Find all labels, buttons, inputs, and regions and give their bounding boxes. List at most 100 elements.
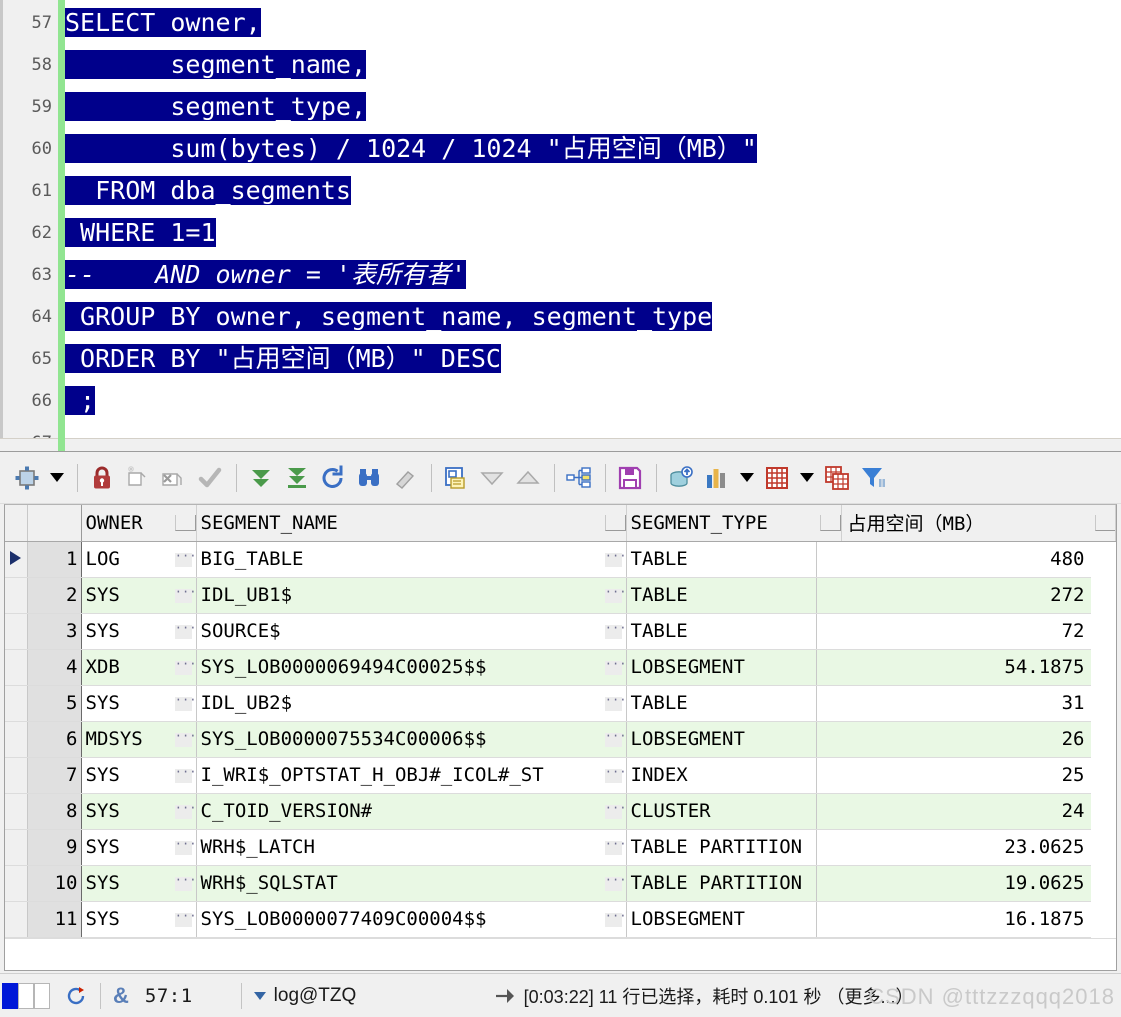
table-row[interactable]: 1 LOG ··· BIG_TABLE ··· TABLE 480: [5, 541, 1116, 578]
fetch-last-page-button[interactable]: [280, 461, 314, 495]
table-row[interactable]: 5 SYS ··· IDL_UB2$ ··· TABLE 31: [5, 685, 1116, 722]
cell-segment-name[interactable]: IDL_UB2$: [196, 685, 601, 722]
chart-button[interactable]: [700, 461, 734, 495]
table-row[interactable]: 11 SYS ··· SYS_LOB0000077409C00004$$ ··· LOBS…: [5, 901, 1116, 938]
status-variables-button[interactable]: &: [105, 982, 137, 1010]
table-row[interactable]: 6 MDSYS ··· SYS_LOB0000075534C00006$$ ··· LOB…: [5, 721, 1116, 758]
chart-dropdown[interactable]: [736, 461, 758, 495]
cell-owner[interactable]: SYS: [81, 613, 171, 650]
copy-to-grid-button[interactable]: [820, 461, 854, 495]
cell-expand-owner[interactable]: ···: [171, 865, 197, 902]
cell-expand-owner[interactable]: ···: [171, 613, 197, 650]
filter-button[interactable]: [856, 461, 890, 495]
export-to-db-button[interactable]: [664, 461, 698, 495]
code-line[interactable]: GROUP BY owner, segment_name, segment_ty…: [65, 296, 1121, 338]
cell-segment-name[interactable]: BIG_TABLE: [196, 541, 601, 578]
cell-segment-name[interactable]: SOURCE$: [196, 613, 601, 650]
cell-segment-name[interactable]: SYS_LOB0000077409C00004$$: [196, 901, 601, 938]
cell-size-mb[interactable]: 24: [816, 793, 1091, 830]
cell-segment-type[interactable]: LOBSEGMENT: [626, 649, 817, 686]
cell-segment-type[interactable]: TABLE: [626, 541, 817, 578]
sort-descending-button[interactable]: [475, 461, 509, 495]
grid-view-button[interactable]: [760, 461, 794, 495]
code-line[interactable]: SELECT owner,: [65, 2, 1121, 44]
cell-size-mb[interactable]: 26: [816, 721, 1091, 758]
clear-button[interactable]: [388, 461, 422, 495]
cell-owner[interactable]: SYS: [81, 901, 171, 938]
structure-button[interactable]: [562, 461, 596, 495]
cell-owner[interactable]: SYS: [81, 865, 171, 902]
cell-owner[interactable]: XDB: [81, 649, 171, 686]
insert-record-button[interactable]: [121, 461, 155, 495]
column-info-button[interactable]: [439, 461, 473, 495]
column-resize-grip-segment-name[interactable]: [601, 505, 627, 542]
code-line[interactable]: -- AND owner = '表所有者': [65, 254, 1121, 296]
cell-segment-type[interactable]: CLUSTER: [626, 793, 817, 830]
table-row[interactable]: 9 SYS ··· WRH$_LATCH ··· TABLE PARTITION 23.06…: [5, 829, 1116, 866]
delete-record-button[interactable]: [157, 461, 191, 495]
cell-expand-segment-name[interactable]: ···: [601, 685, 627, 722]
cell-segment-type[interactable]: LOBSEGMENT: [626, 721, 817, 758]
refresh-button[interactable]: [316, 461, 350, 495]
cell-segment-type[interactable]: LOBSEGMENT: [626, 901, 817, 938]
cell-segment-type[interactable]: TABLE: [626, 613, 817, 650]
cell-expand-segment-name[interactable]: ···: [601, 541, 627, 578]
table-row[interactable]: 4 XDB ··· SYS_LOB0000069494C00025$$ ··· LOBSE…: [5, 649, 1116, 686]
editor-horizontal-scrollbar[interactable]: [0, 438, 1121, 451]
cell-size-mb[interactable]: 16.1875: [816, 901, 1091, 938]
cell-segment-name[interactable]: WRH$_LATCH: [196, 829, 601, 866]
connection-selector[interactable]: log@TZQ: [246, 982, 486, 1010]
column-header-size-mb[interactable]: 占用空间（MB）: [841, 505, 1091, 542]
single-record-view-button[interactable]: [10, 461, 44, 495]
cell-expand-segment-name[interactable]: ···: [601, 577, 627, 614]
cell-segment-name[interactable]: IDL_UB1$: [196, 577, 601, 614]
column-header-segment-name[interactable]: SEGMENT_NAME: [196, 505, 601, 542]
view-mode-dropdown[interactable]: [46, 461, 68, 495]
grid-view-dropdown[interactable]: [796, 461, 818, 495]
table-row[interactable]: 2 SYS ··· IDL_UB1$ ··· TABLE 272: [5, 577, 1116, 614]
cell-expand-segment-name[interactable]: ···: [601, 649, 627, 686]
cell-expand-segment-name[interactable]: ···: [601, 757, 627, 794]
cell-expand-owner[interactable]: ···: [171, 649, 197, 686]
cell-expand-segment-name[interactable]: ···: [601, 613, 627, 650]
cell-segment-type[interactable]: INDEX: [626, 757, 817, 794]
cell-owner[interactable]: LOG: [81, 541, 171, 578]
cell-expand-segment-name[interactable]: ···: [601, 793, 627, 830]
sort-ascending-button[interactable]: [511, 461, 545, 495]
cell-expand-owner[interactable]: ···: [171, 829, 197, 866]
cell-expand-segment-name[interactable]: ···: [601, 829, 627, 866]
code-line[interactable]: WHERE 1=1: [65, 212, 1121, 254]
code-line[interactable]: segment_name,: [65, 44, 1121, 86]
code-line[interactable]: segment_type,: [65, 86, 1121, 128]
cell-size-mb[interactable]: 72: [816, 613, 1091, 650]
column-resize-grip-segment-type[interactable]: [816, 505, 842, 542]
code-line[interactable]: FROM dba_segments: [65, 170, 1121, 212]
cell-owner[interactable]: SYS: [81, 577, 171, 614]
result-grid[interactable]: OWNER SEGMENT_NAME SEGMENT_TYPE 占用空间（MB）…: [4, 504, 1117, 971]
cell-owner[interactable]: MDSYS: [81, 721, 171, 758]
cell-segment-name[interactable]: SYS_LOB0000075534C00006$$: [196, 721, 601, 758]
post-changes-button[interactable]: [193, 461, 227, 495]
column-header-owner[interactable]: OWNER: [81, 505, 171, 542]
cell-segment-name[interactable]: C_TOID_VERSION#: [196, 793, 601, 830]
table-row[interactable]: 10 SYS ··· WRH$_SQLSTAT ··· TABLE PARTITION 19…: [5, 865, 1116, 902]
sql-code-area[interactable]: SELECT owner, segment_name, segment_type…: [65, 0, 1121, 451]
cell-size-mb[interactable]: 272: [816, 577, 1091, 614]
cell-expand-owner[interactable]: ···: [171, 721, 197, 758]
lock-button[interactable]: [85, 461, 119, 495]
cell-size-mb[interactable]: 31: [816, 685, 1091, 722]
cell-segment-type[interactable]: TABLE: [626, 685, 817, 722]
column-resize-grip-owner[interactable]: [171, 505, 197, 542]
cell-expand-owner[interactable]: ···: [171, 541, 197, 578]
table-row[interactable]: 3 SYS ··· SOURCE$ ··· TABLE 72: [5, 613, 1116, 650]
code-line[interactable]: ORDER BY "占用空间（MB）" DESC: [65, 338, 1121, 380]
cell-segment-type[interactable]: TABLE PARTITION: [626, 829, 817, 866]
column-resize-grip-size-mb[interactable]: [1090, 505, 1116, 542]
save-button[interactable]: [613, 461, 647, 495]
cell-segment-name[interactable]: WRH$_SQLSTAT: [196, 865, 601, 902]
fetch-next-page-button[interactable]: [244, 461, 278, 495]
cell-expand-segment-name[interactable]: ···: [601, 865, 627, 902]
cell-expand-owner[interactable]: ···: [171, 685, 197, 722]
cell-size-mb[interactable]: 480: [816, 541, 1091, 578]
cell-owner[interactable]: SYS: [81, 829, 171, 866]
